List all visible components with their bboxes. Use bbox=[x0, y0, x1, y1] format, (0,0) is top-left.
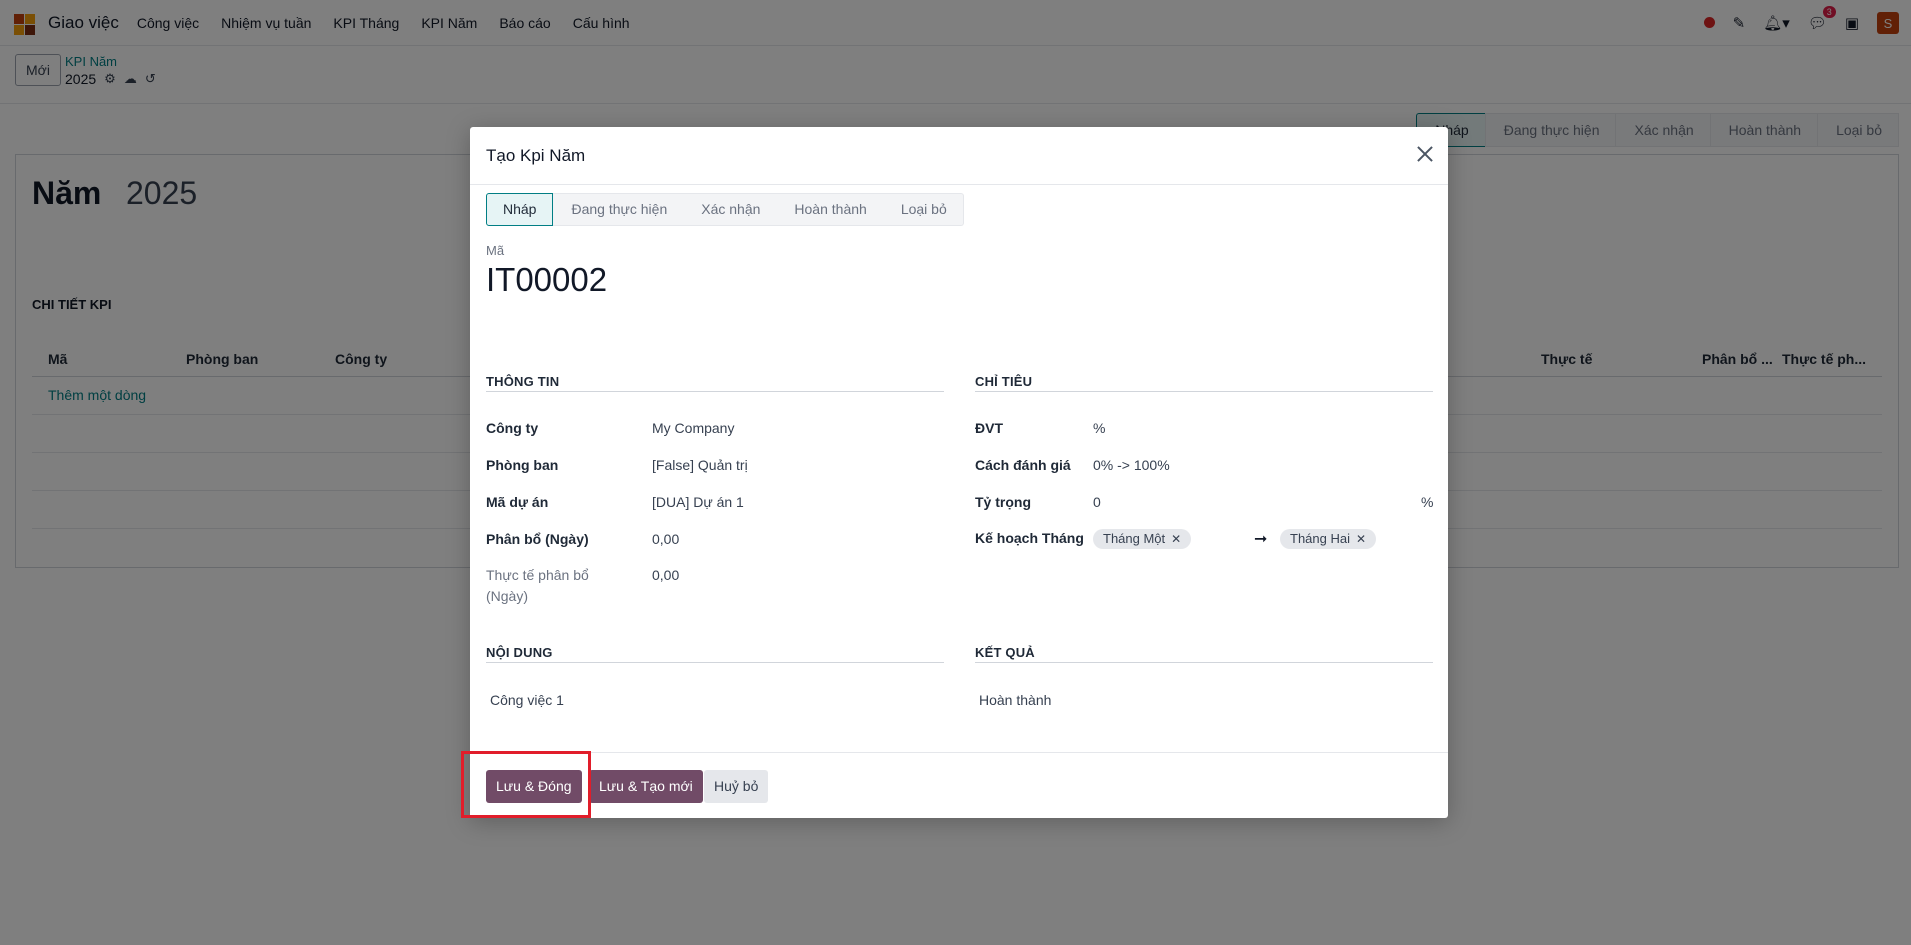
remove-tag-icon[interactable]: ✕ bbox=[1356, 529, 1366, 549]
project-label: Mã dự án bbox=[486, 494, 549, 510]
weight-label: Tỷ trọng bbox=[975, 494, 1031, 510]
monthly-plan-label: Kế hoạch Tháng bbox=[975, 530, 1084, 546]
plan-to-tag[interactable]: Tháng Hai ✕ bbox=[1280, 529, 1377, 549]
code-value[interactable]: IT00002 bbox=[486, 261, 607, 299]
result-field[interactable]: Hoàn thành bbox=[979, 692, 1051, 708]
target-group-divider bbox=[975, 391, 1433, 392]
project-field[interactable]: [DUA] Dự án 1 bbox=[652, 494, 744, 510]
plan-from-tag[interactable]: Tháng Một ✕ bbox=[1093, 529, 1192, 549]
company-field[interactable]: My Company bbox=[652, 420, 734, 436]
save-new-button[interactable]: Lưu & Tạo mới bbox=[589, 770, 703, 803]
company-label: Công ty bbox=[486, 420, 539, 436]
allocation-label: Phân bổ (Ngày) bbox=[486, 531, 589, 547]
plan-to-tag-label: Tháng Hai bbox=[1290, 531, 1350, 546]
status-confirm[interactable]: Xác nhận bbox=[683, 193, 777, 226]
status-done[interactable]: Hoàn thành bbox=[776, 193, 883, 226]
weight-field[interactable]: 0 bbox=[1093, 494, 1101, 510]
content-group-title: NỘI DUNG bbox=[486, 645, 553, 660]
status-in-progress[interactable]: Đang thực hiện bbox=[553, 193, 684, 226]
unit-label: ĐVT bbox=[975, 420, 1003, 436]
content-field[interactable]: Công việc 1 bbox=[490, 692, 564, 708]
close-icon[interactable] bbox=[1414, 143, 1436, 165]
result-group-title: KẾT QUẢ bbox=[975, 645, 1035, 660]
code-label: Mã bbox=[486, 243, 505, 258]
department-label: Phòng ban bbox=[486, 457, 559, 473]
remove-tag-icon[interactable]: ✕ bbox=[1171, 529, 1181, 549]
allocation-field[interactable]: 0,00 bbox=[652, 531, 679, 547]
status-removed[interactable]: Loại bỏ bbox=[882, 193, 964, 226]
status-bar: Nháp Đang thực hiện Xác nhận Hoàn thành … bbox=[486, 193, 964, 226]
highlight-box bbox=[461, 751, 591, 818]
evaluation-method-label: Cách đánh giá bbox=[975, 457, 1071, 473]
cancel-button[interactable]: Huỷ bỏ bbox=[704, 770, 769, 803]
evaluation-method-field[interactable]: 0% -> 100% bbox=[1093, 457, 1170, 473]
modal-footer: Lưu & Đóng Lưu & Tạo mới Huỷ bỏ bbox=[470, 752, 1448, 818]
status-draft[interactable]: Nháp bbox=[486, 193, 554, 226]
info-group-divider bbox=[486, 391, 944, 392]
content-group-divider bbox=[486, 662, 944, 663]
department-field[interactable]: [False] Quản trị bbox=[652, 457, 748, 473]
result-group-divider bbox=[975, 662, 1433, 663]
unit-field[interactable]: % bbox=[1093, 420, 1105, 436]
actual-allocation-label-unit: (Ngày) bbox=[486, 588, 529, 604]
modal-title: Tạo Kpi Năm bbox=[486, 146, 586, 165]
actual-allocation-label: Thực tế phân bổ bbox=[486, 567, 589, 583]
actual-allocation-field: 0,00 bbox=[652, 567, 680, 583]
weight-unit: % bbox=[1421, 494, 1434, 510]
plan-from-tag-label: Tháng Một bbox=[1103, 531, 1166, 546]
target-group-title: CHỈ TIÊU bbox=[975, 374, 1033, 389]
info-group-title: THÔNG TIN bbox=[486, 374, 560, 389]
modal-header: Tạo Kpi Năm bbox=[470, 127, 1448, 185]
create-kpi-modal: Tạo Kpi Năm Nháp Đang thực hiện Xác nhận… bbox=[470, 127, 1448, 818]
arrow-right-icon: ➞ bbox=[1254, 531, 1268, 548]
